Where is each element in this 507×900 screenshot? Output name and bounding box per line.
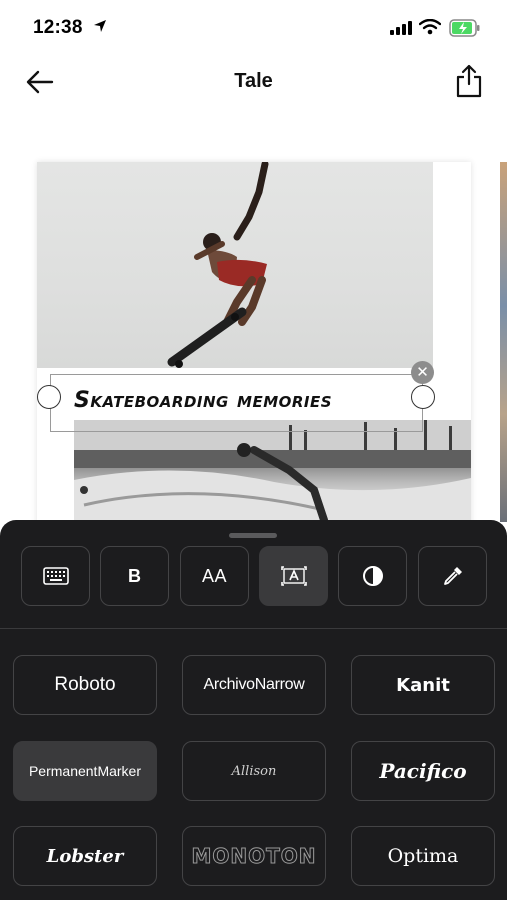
sheet-divider xyxy=(0,628,507,629)
skatepark-photo[interactable] xyxy=(74,420,471,522)
resize-handle-left[interactable] xyxy=(37,385,61,409)
eyedropper-icon xyxy=(443,567,462,585)
share-icon[interactable] xyxy=(454,64,484,98)
font-label: MONOTON xyxy=(191,844,317,869)
font-label: Kanit xyxy=(396,674,450,696)
status-time: 12:38 xyxy=(33,17,83,38)
bold-label: B xyxy=(128,565,141,586)
text-size-label: AA xyxy=(201,565,227,586)
text-background-tool-button[interactable] xyxy=(259,546,328,606)
story-canvas[interactable]: ✕ Skateboarding memories xyxy=(0,112,507,522)
font-option-allison[interactable]: Allison xyxy=(182,741,326,801)
text-size-tool-button[interactable]: AA xyxy=(180,546,249,606)
nav-bar: Tale xyxy=(0,56,507,112)
font-label: Allison xyxy=(231,763,277,779)
contrast-icon xyxy=(362,566,383,586)
wifi-icon xyxy=(419,19,441,35)
location-arrow-icon xyxy=(94,20,106,32)
font-option-monoton[interactable]: MONOTON xyxy=(182,826,326,886)
text-style-sheet: B AA Roboto ArchivoNarrow Kanit Permanen… xyxy=(0,520,507,900)
caption-text[interactable]: Skateboarding memories xyxy=(74,388,332,413)
keyboard-icon xyxy=(42,567,69,585)
contrast-tool-button[interactable] xyxy=(338,546,407,606)
sheet-grabber[interactable] xyxy=(229,533,277,538)
page-title: Tale xyxy=(234,70,273,92)
font-option-roboto[interactable]: Roboto xyxy=(13,655,157,715)
resize-handle-right[interactable] xyxy=(411,385,435,409)
font-option-optima[interactable]: Optima xyxy=(351,826,495,886)
font-label: PermanentMarker xyxy=(28,763,142,779)
font-label: Roboto xyxy=(54,674,116,695)
font-label: ArchivoNarrow xyxy=(203,676,305,693)
font-option-archivonarrow[interactable]: ArchivoNarrow xyxy=(182,655,326,715)
font-label: Lobster xyxy=(46,845,124,867)
battery-charging-icon xyxy=(449,19,480,37)
next-page-preview[interactable] xyxy=(500,162,507,522)
skateboarder-photo[interactable] xyxy=(37,162,433,368)
font-option-permanentmarker[interactable]: PermanentMarker xyxy=(13,741,157,801)
status-bar: 12:38 xyxy=(0,0,507,56)
color-picker-tool-button[interactable] xyxy=(418,546,487,606)
font-label: Pacifico xyxy=(379,759,467,783)
font-label: Optima xyxy=(387,845,459,867)
cellular-signal-icon xyxy=(390,21,412,35)
delete-text-button[interactable]: ✕ xyxy=(411,361,434,384)
bold-tool-button[interactable]: B xyxy=(100,546,169,606)
font-option-pacifico[interactable]: Pacifico xyxy=(351,741,495,801)
story-page[interactable] xyxy=(37,162,471,522)
font-option-kanit[interactable]: Kanit xyxy=(351,655,495,715)
text-background-icon xyxy=(280,566,307,586)
keyboard-tool-button[interactable] xyxy=(21,546,90,606)
font-option-lobster[interactable]: Lobster xyxy=(13,826,157,886)
